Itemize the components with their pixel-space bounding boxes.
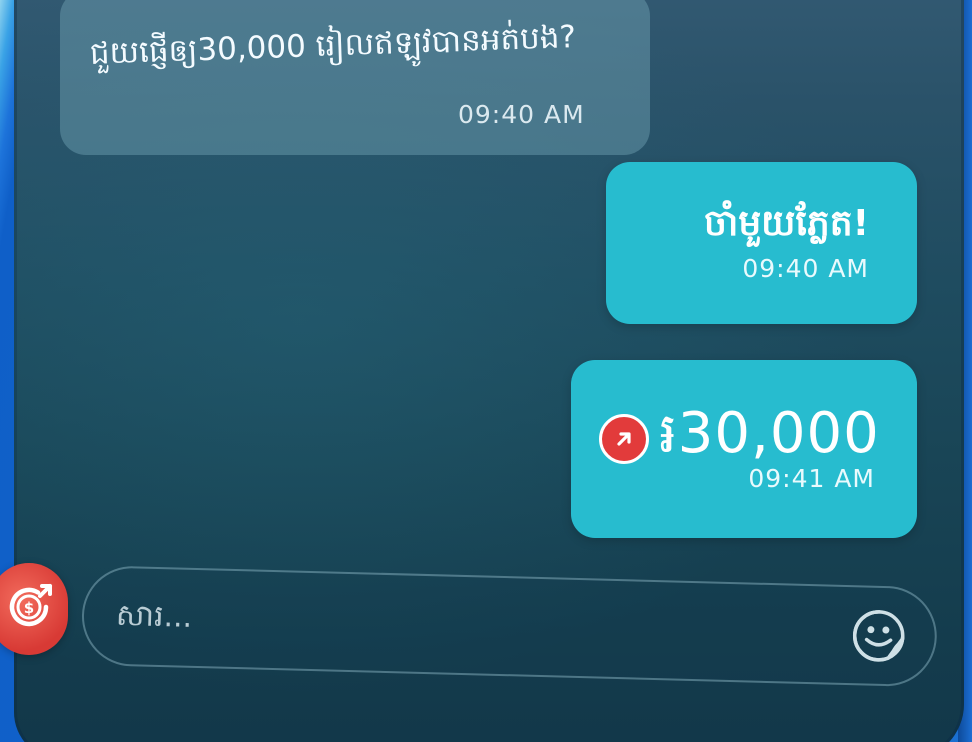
message-text: ចាំមួយភ្លែត!	[704, 203, 869, 244]
emoji-icon[interactable]	[850, 607, 907, 664]
money-transfer-button[interactable]: $	[0, 563, 68, 655]
message-timestamp: 09:40 AM	[458, 100, 585, 129]
incoming-message-bubble[interactable]: ជួយផ្ញើឲ្យ30,000 រៀលឥឡូវបានអត់បង? 09:40 …	[60, 0, 650, 155]
money-transfer-bubble[interactable]: ៛30,000 09:41 AM	[571, 360, 917, 538]
device-frame: ជួយផ្ញើឲ្យ30,000 រៀលឥឡូវបានអត់បង? 09:40 …	[0, 0, 972, 742]
svg-text:$: $	[24, 599, 34, 617]
message-input[interactable]	[113, 593, 819, 655]
message-timestamp: 09:40 AM	[742, 254, 869, 283]
outgoing-message-bubble[interactable]: ចាំមួយភ្លែត! 09:40 AM	[606, 162, 917, 324]
money-transfer-icon: $	[2, 580, 56, 638]
message-text: ជួយផ្ញើឲ្យ30,000 រៀលឥឡូវបានអត់បង?	[89, 19, 577, 72]
message-composer[interactable]	[80, 565, 939, 688]
arrow-up-right-icon	[599, 414, 649, 464]
message-timestamp: 09:41 AM	[748, 464, 875, 493]
chat-screen: ជួយផ្ញើឲ្យ30,000 រៀលឥឡូវបានអត់បង? 09:40 …	[14, 0, 964, 742]
